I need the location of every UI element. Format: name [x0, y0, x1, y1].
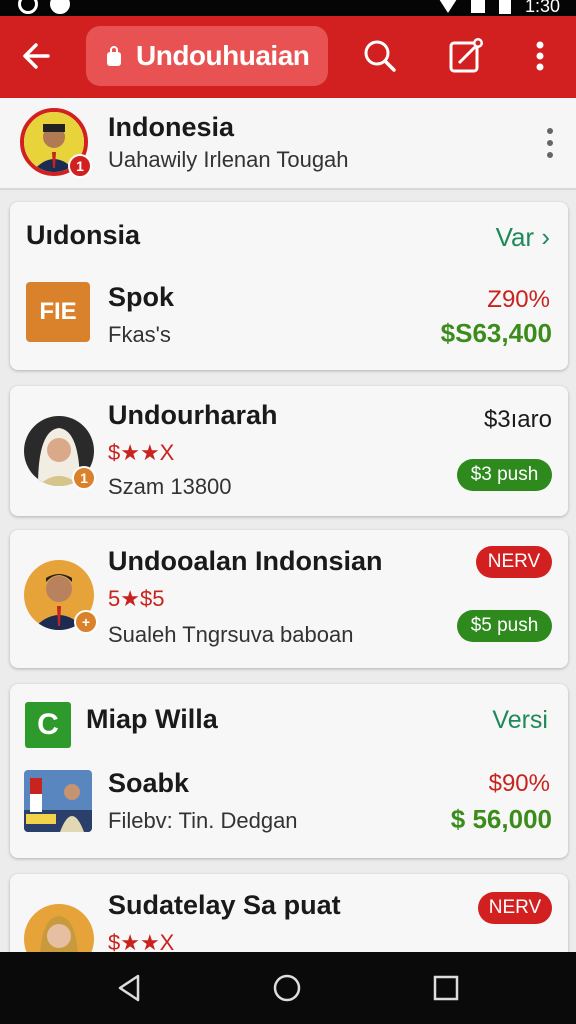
item-rating: $★★X [108, 440, 175, 465]
item-title: Undourharah [108, 400, 278, 430]
signal-icon [470, 0, 485, 13]
arrow-left-icon[interactable] [18, 36, 58, 76]
push-button[interactable]: $5 push [457, 610, 552, 642]
item-price: $ 56,000 [450, 804, 552, 834]
card-spok[interactable]: Uıdonsia Var › FIE Spok Fkas's Z90% $S63… [10, 202, 568, 370]
card-link[interactable]: Versi [492, 706, 548, 735]
notification-badge: 1 [68, 154, 92, 178]
avatar[interactable]: 1 [20, 108, 92, 178]
item-percent: $90% [488, 770, 550, 797]
brand-logo: FIE [26, 282, 90, 342]
avatar: 1 [24, 416, 96, 490]
avatar: + [24, 560, 98, 634]
item-price: $S63,400 [440, 318, 552, 348]
card-miap-willa[interactable]: C Miap Willa Versi Soabk Filebv: Tin. De… [10, 684, 568, 858]
tag-badge: NERV [476, 546, 552, 578]
item-title: Undooalan Indonsian [108, 546, 383, 576]
item-percent: Z90% [487, 286, 550, 313]
profile-name: Indonesia [108, 112, 235, 142]
chevron-right-icon: › [541, 222, 550, 252]
app-bar: Undouhuaian [0, 16, 576, 98]
flag-scene-image [24, 770, 92, 832]
item-title: Spok [108, 282, 175, 312]
item-detail: Szam 13800 [108, 474, 232, 499]
more-vert-icon[interactable] [520, 36, 560, 76]
triangle-back-icon[interactable] [112, 970, 148, 1006]
battery-icon [498, 0, 511, 14]
search-pill[interactable]: Undouhuaian [86, 26, 328, 86]
card-header: Miap Willa [86, 704, 218, 734]
profile-more-icon[interactable] [547, 128, 553, 158]
wifi-icon [439, 0, 457, 13]
system-nav-bar [0, 952, 576, 1024]
item-title: Soabk [108, 768, 190, 798]
item-title: Sudatelay Sa puat [108, 890, 341, 920]
status-time: 1:30 [524, 0, 560, 16]
item-value: $3ıaro [483, 406, 552, 433]
profile-header[interactable]: 1 Indonesia Uahawily Irlenan Tougah [0, 98, 576, 190]
push-button[interactable]: $3 push [457, 459, 552, 491]
edit-note-icon[interactable] [446, 36, 486, 76]
item-rating: 5★$5 [108, 586, 165, 611]
notification-badge: 1 [72, 466, 96, 490]
profile-subtitle: Uahawily Irlenan Tougah [108, 147, 349, 172]
search-icon[interactable] [360, 36, 400, 76]
square-recents-icon[interactable] [428, 970, 464, 1006]
circle-home-icon[interactable] [269, 970, 305, 1006]
card-header: Uıdonsia [26, 220, 141, 250]
bag-icon [107, 46, 121, 66]
app-title: Undouhuaian [136, 40, 310, 71]
card-undooalan[interactable]: + Undooalan Indonsian 5★$5 Sualeh Tngrsu… [10, 530, 568, 668]
notification-dot-icon [50, 0, 70, 14]
add-badge: + [74, 610, 98, 634]
item-subtitle: Filebv: Tin. Dedgan [108, 808, 298, 833]
tag-badge: NERV [478, 892, 552, 924]
item-detail: Sualeh Tngrsuva baboan [108, 622, 354, 647]
item-subtitle: Fkas's [108, 322, 171, 347]
card-undourharah[interactable]: 1 Undourharah $★★X Szam 13800 $3ıaro $3 … [10, 386, 568, 516]
c-logo-icon: C [25, 702, 71, 748]
notification-icon [18, 0, 38, 14]
status-bar: 1:30 [0, 0, 576, 16]
card-link[interactable]: Var › [496, 222, 550, 253]
